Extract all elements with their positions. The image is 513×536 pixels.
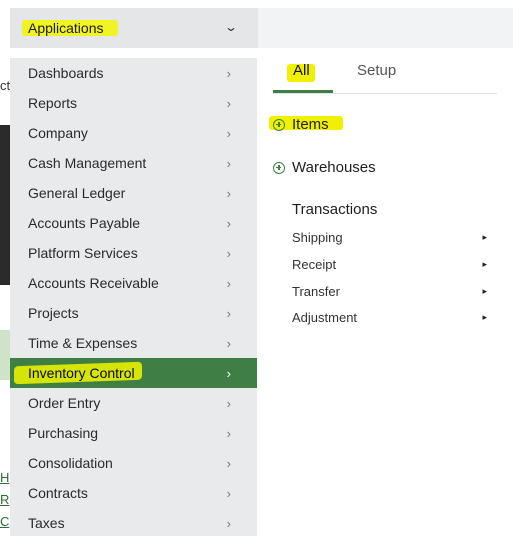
category-warehouses[interactable]: Warehouses: [273, 159, 376, 176]
menu-item-label: Dashboards: [28, 65, 104, 81]
arrow-right-icon: ▸: [482, 258, 487, 269]
tab-divider: [273, 93, 497, 94]
chevron-right-icon: ›: [226, 65, 231, 81]
applications-menu: Dashboards › Reports › Company › Cash Manag…: [10, 58, 257, 536]
expand-plus-icon: [273, 118, 285, 131]
chevron-right-icon: ›: [226, 395, 231, 411]
chevron-down-icon: ⌄: [223, 20, 239, 34]
chevron-right-icon: ›: [226, 365, 231, 381]
submenu-item-shipping[interactable]: Shipping ▸: [292, 226, 487, 248]
chevron-right-icon: ›: [226, 215, 231, 231]
menu-item-company[interactable]: Company ›: [10, 118, 257, 148]
chevron-right-icon: ›: [226, 515, 231, 531]
background-image-fragment: [0, 125, 10, 285]
menu-item-label: Reports: [28, 95, 78, 111]
menu-item-label: Projects: [28, 305, 79, 321]
arrow-right-icon: ▸: [482, 311, 487, 322]
applications-menu-button[interactable]: Applications ⌄: [10, 8, 258, 48]
menu-item-label: Time & Expenses: [28, 335, 138, 351]
menu-item-label: Accounts Receivable: [28, 275, 159, 291]
chevron-right-icon: ›: [226, 275, 231, 291]
menu-item-projects[interactable]: Projects ›: [10, 298, 257, 328]
menu-item-purchasing[interactable]: Purchasing ›: [10, 418, 257, 448]
menu-item-cash-management[interactable]: Cash Management ›: [10, 148, 257, 178]
submenu-item-adjustment[interactable]: Adjustment ▸: [292, 306, 487, 328]
chevron-right-icon: ›: [226, 485, 231, 501]
expand-plus-icon: [273, 161, 285, 174]
menu-item-label: Inventory Control: [28, 365, 135, 381]
chevron-right-icon: ›: [226, 335, 231, 351]
chevron-right-icon: ›: [226, 245, 231, 261]
submenu-item-label: Receipt: [292, 256, 337, 272]
menu-item-accounts-payable[interactable]: Accounts Payable ›: [10, 208, 257, 238]
submenu-item-transfer[interactable]: Transfer ▸: [292, 280, 487, 302]
chevron-right-icon: ›: [226, 305, 231, 321]
chevron-right-icon: ›: [226, 125, 231, 141]
section-title-transactions: Transactions: [292, 201, 378, 218]
tab-all[interactable]: All: [293, 62, 310, 79]
menu-item-consolidation[interactable]: Consolidation ›: [10, 448, 257, 478]
submenu-item-receipt[interactable]: Receipt ▸: [292, 253, 487, 275]
menu-item-label: Accounts Payable: [28, 215, 141, 231]
menu-item-label: Purchasing: [28, 425, 99, 441]
chevron-right-icon: ›: [226, 155, 231, 171]
background-link-letter: C: [0, 514, 10, 529]
arrow-right-icon: ▸: [482, 231, 487, 242]
active-tab-indicator: [273, 90, 333, 93]
menu-item-reports[interactable]: Reports ›: [10, 88, 257, 118]
category-label: Items: [292, 116, 329, 133]
menu-item-taxes[interactable]: Taxes ›: [10, 508, 257, 536]
menu-item-platform-services[interactable]: Platform Services ›: [10, 238, 257, 268]
menu-item-label: General Ledger: [28, 185, 126, 201]
submenu-item-label: Transfer: [292, 283, 340, 299]
menu-item-inventory-control[interactable]: Inventory Control ›: [10, 358, 257, 388]
menu-item-label: Consolidation: [28, 455, 113, 471]
arrow-right-icon: ▸: [482, 285, 487, 296]
menu-item-dashboards[interactable]: Dashboards ›: [10, 58, 257, 88]
menu-item-contracts[interactable]: Contracts ›: [10, 478, 257, 508]
background-text-fragment: ct: [0, 78, 10, 93]
background-link-letter: H: [0, 470, 10, 485]
menu-item-time-expenses[interactable]: Time & Expenses ›: [10, 328, 257, 358]
submenu-item-label: Adjustment: [292, 309, 358, 325]
chevron-right-icon: ›: [226, 425, 231, 441]
submenu-panel: All Setup Items Warehouses Transactions …: [257, 48, 513, 536]
top-navigation-bar: Applications ⌄: [10, 8, 513, 48]
submenu-item-label: Shipping: [292, 229, 343, 245]
menu-item-accounts-receivable[interactable]: Accounts Receivable ›: [10, 268, 257, 298]
chevron-right-icon: ›: [226, 185, 231, 201]
applications-label: Applications: [28, 20, 104, 36]
background-graphic-fragment: [0, 330, 10, 380]
menu-item-order-entry[interactable]: Order Entry ›: [10, 388, 257, 418]
chevron-right-icon: ›: [226, 455, 231, 471]
menu-item-label: Platform Services: [28, 245, 138, 261]
menu-item-label: Taxes: [28, 515, 65, 531]
tab-setup[interactable]: Setup: [357, 62, 396, 79]
background-link-letter: R: [0, 492, 10, 507]
menu-item-label: Order Entry: [28, 395, 101, 411]
category-items[interactable]: Items: [273, 116, 329, 133]
category-label: Warehouses: [292, 159, 376, 176]
menu-item-label: Company: [28, 125, 88, 141]
menu-item-general-ledger[interactable]: General Ledger ›: [10, 178, 257, 208]
background-page-strip: ct H R C: [0, 0, 10, 536]
menu-item-label: Contracts: [28, 485, 88, 501]
chevron-right-icon: ›: [226, 95, 231, 111]
menu-item-label: Cash Management: [28, 155, 147, 171]
